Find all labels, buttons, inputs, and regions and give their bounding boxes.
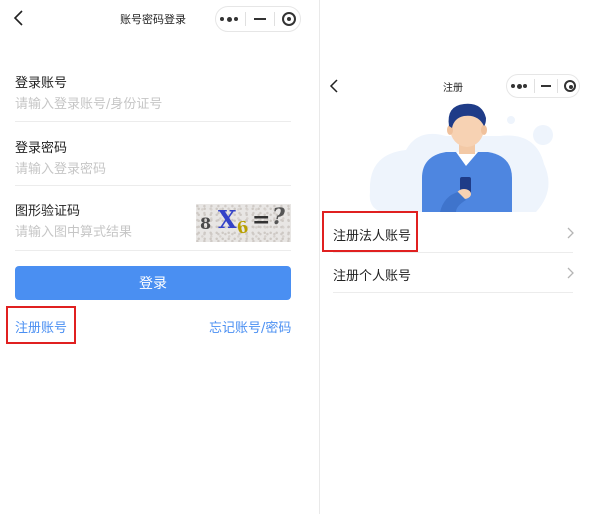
minimize-icon[interactable] <box>541 85 551 87</box>
captcha-char: ? <box>272 204 285 230</box>
target-icon[interactable] <box>564 80 576 92</box>
captcha-char: 6 <box>235 217 250 238</box>
capsule-divider <box>273 12 275 26</box>
password-field: 登录密码 <box>15 137 291 186</box>
capsule-divider <box>245 12 247 26</box>
login-screen: 账号密码登录 登录账号 登录密码 图形验证码 8 X 6 = ? 登录 注册账 <box>0 0 318 514</box>
more-dots-icon[interactable] <box>510 82 528 90</box>
password-input[interactable] <box>15 159 275 179</box>
register-illustration <box>369 103 553 212</box>
chevron-right-icon <box>567 227 574 239</box>
chevron-right-icon <box>567 267 574 279</box>
more-dots-icon[interactable] <box>219 15 238 23</box>
capsule-menu <box>215 6 301 32</box>
chevron-left-icon[interactable] <box>8 7 30 29</box>
login-button[interactable]: 登录 <box>15 266 291 300</box>
register-account-link[interactable]: 注册账号 <box>15 317 67 336</box>
chevron-left-icon[interactable] <box>324 75 346 97</box>
captcha-char: 8 <box>200 214 212 233</box>
register-screen: 注册 注册法人账号 注册个人账号 <box>319 0 600 514</box>
account-label: 登录账号 <box>15 76 68 91</box>
captcha-char: = <box>252 207 271 233</box>
capsule-divider <box>557 79 558 93</box>
captcha-label: 图形验证码 <box>15 204 81 219</box>
account-field: 登录账号 <box>15 72 291 122</box>
target-icon[interactable] <box>282 12 297 26</box>
register-option-legal-person[interactable]: 注册法人账号 <box>333 213 574 253</box>
captcha-field: 图形验证码 8 X 6 = ? <box>15 200 291 251</box>
page-title: 账号密码登录 <box>120 13 186 26</box>
option-label: 注册法人账号 <box>333 229 412 244</box>
captcha-image[interactable]: 8 X 6 = ? <box>196 204 291 242</box>
captcha-input[interactable] <box>15 222 180 242</box>
register-option-individual[interactable]: 注册个人账号 <box>333 253 574 293</box>
captcha-char: X <box>218 205 237 234</box>
capsule-divider <box>534 79 535 93</box>
minimize-icon[interactable] <box>253 18 266 20</box>
password-label: 登录密码 <box>15 141 68 156</box>
nav-bar: 账号密码登录 <box>0 0 318 38</box>
account-input[interactable] <box>15 94 275 114</box>
forgot-password-link[interactable]: 忘记账号/密码 <box>209 317 291 336</box>
option-label: 注册个人账号 <box>333 269 412 284</box>
